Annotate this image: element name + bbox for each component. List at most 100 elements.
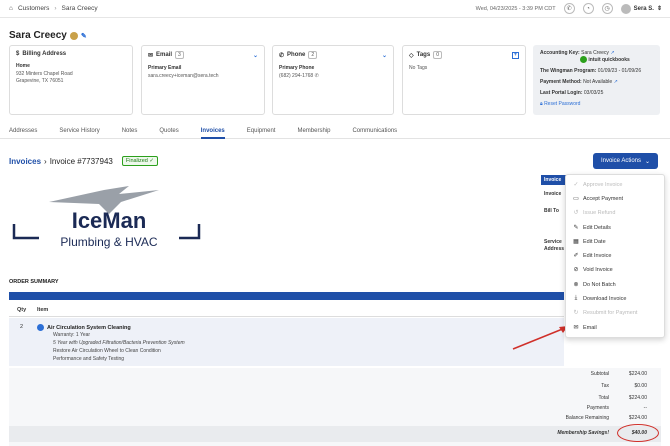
menu-item-edit-invoice[interactable]: ✐ Edit Invoice [573,252,612,260]
no-batch-icon: ⊗ [573,282,579,288]
chevron-down-icon: ⌄ [645,158,651,165]
phone-count: 2 [308,51,318,59]
phone-icon: ✆ [279,52,285,59]
menu-item-download-invoice[interactable]: ⤓ Download Invoice [573,295,627,302]
menu-label: Email [583,324,597,331]
quickbooks-icon [580,56,587,63]
mail-icon: ✉ [573,325,579,331]
payments-label: Payments [586,405,609,411]
tab-notes[interactable]: Notes [122,128,138,139]
menu-item-edit-date[interactable]: ▦ Edit Date [573,238,605,246]
tab-membership[interactable]: Membership [297,128,330,139]
item-warranty: Warranty: 1 Year [53,332,91,338]
chevron-down-icon[interactable]: ⌄ [253,52,258,59]
reset-password-label: Reset Password [544,101,581,107]
menu-item-accept-payment[interactable]: ▭ Accept Payment [573,195,624,203]
order-summary-title: ORDER SUMMARY [9,279,59,285]
portal-login-value: 03/03/25 [583,90,604,96]
check-circle-icon: ✓ [149,158,155,164]
tab-service-history[interactable]: Service History [59,128,99,139]
item-name: Air Circulation System Cleaning [47,324,131,331]
tag-icon: ◇ [409,52,414,59]
invoice-panel-billto: Bill To [544,208,559,214]
tab-addresses[interactable]: Addresses [9,128,37,139]
item-desc1: Restore Air Circulation Wheel to Clean C… [53,348,161,354]
membership-row: The Wingman Program: 01/09/23 - 01/09/26 [540,68,653,74]
invoice-panel-invoice: Invoice [544,191,562,197]
bell-icon[interactable]: ◔ [582,3,594,14]
email-value[interactable]: sara.creecy+iceman@sera.tech [148,73,258,80]
menu-item-issue-refund[interactable]: ↺ Issue Refund [573,209,616,217]
edit-icon[interactable]: ✎ [81,32,87,40]
account-panel: Accounting Key: Sara Creecy ↗ intuit qui… [533,45,660,115]
tabs: Addresses Service History Notes Quotes I… [9,128,419,139]
invoices-link[interactable]: Invoices [9,157,41,166]
lock-icon: 🔒︎ [540,101,543,107]
company-logo: IceMan Plumbing & HVAC [12,186,201,249]
quickbooks-logo: intuit quickbooks [580,56,630,63]
phone-icon[interactable]: ✆ [563,3,575,14]
qb-line2: quickbooks [602,56,630,63]
breadcrumb-customers[interactable]: Customers [18,5,49,12]
chevron-right-icon: › [54,5,57,12]
billing-line1: 932 Minters Chapel Road [16,71,73,77]
tax-value: $0.00 [634,383,647,389]
phone-header: ✆ Phone 2 ⌄ [279,51,387,59]
phone-label: Primary Phone [279,65,315,71]
chevron-updown-icon: ⇕ [656,6,662,12]
header-right: Wed, 04/23/2025 - 3:39 PM CDT ✆ ◔ ◷ Sera… [476,3,662,14]
qb-line1: intuit [588,56,601,63]
user-menu[interactable]: Sera S. ⇕ [620,3,662,14]
clock-icon[interactable]: ◷ [601,3,613,14]
add-tag-icon[interactable]: + [512,51,519,59]
accounting-key-row: Accounting Key: Sara Creecy ↗ intuit qui… [540,50,653,63]
menu-label: Download Invoice [583,295,627,302]
menu-label: Issue Refund [583,209,616,216]
payments-row: Payments -- [521,405,647,411]
phone-value[interactable]: (682) 294-1768 [279,73,313,79]
tab-quotes[interactable]: Quotes [159,128,178,139]
portal-login-label: Last Portal Login: [540,90,583,96]
status-badge: Finalized ✓ [121,156,159,166]
menu-label: Edit Invoice [583,252,612,259]
call-icon[interactable]: ✆ [315,73,319,79]
chevron-down-icon[interactable]: ⌄ [382,52,387,59]
membership-savings-row: Membership Savings! $40.00 [9,426,661,442]
payment-method-value: Not Available [583,79,613,85]
billing-address-card: $ Billing Address Home 932 Minters Chape… [9,45,133,115]
external-link-icon[interactable]: ↗ [610,50,614,56]
balance-row: Balance Remaining $224.00 [521,415,647,421]
home-icon[interactable]: ⌂ [9,5,13,12]
reset-password-link[interactable]: 🔒︎ Reset Password [540,101,653,107]
membership-label: The Wingman Program: [540,68,597,74]
total-label: Total [598,395,609,401]
external-link-icon[interactable]: ↗ [614,79,618,85]
tab-communications[interactable]: Communications [352,128,397,139]
mail-icon: ✉ [148,52,154,59]
menu-label: Approve Invoice [583,181,623,188]
logo-line1: IceMan [72,208,147,233]
total-row: Total $224.00 [521,395,647,401]
subtotal-value: $224.00 [628,371,647,377]
menu-item-resubmit-payment[interactable]: ↻ Resubmit for Payment [573,309,637,317]
menu-item-do-not-batch[interactable]: ⊗ Do Not Batch [573,281,615,289]
table-row: 2 Air Circulation System Cleaning Warran… [9,318,564,366]
tax-label: Tax [601,383,609,389]
item-warranty-detail: 5 Year with Upgraded Filtration/Bacteria… [53,340,185,346]
menu-label: Accept Payment [583,195,624,202]
menu-item-void-invoice[interactable]: ⊘ Void Invoice [573,266,613,274]
menu-label: Void Invoice [583,266,613,273]
tab-equipment[interactable]: Equipment [247,128,276,139]
col-qty: Qty [17,307,27,313]
tab-invoices[interactable]: Invoices [200,128,225,139]
billing-title: Billing Address [22,51,67,57]
billing-label: Home [16,63,30,69]
invoice-actions-button[interactable]: Invoice Actions ⌄ [593,153,658,169]
calendar-icon: ▦ [573,239,579,245]
breadcrumb: ⌂ Customers › Sara Creecy [9,5,98,12]
accounting-key-value: Sara Creecy [581,50,609,56]
menu-item-edit-details[interactable]: ✎ Edit Details [573,224,610,232]
menu-item-email[interactable]: ✉ Email [573,324,597,332]
menu-item-approve-invoice[interactable]: ✓ Approve Invoice [573,181,623,189]
annotation-arrow [512,326,568,350]
